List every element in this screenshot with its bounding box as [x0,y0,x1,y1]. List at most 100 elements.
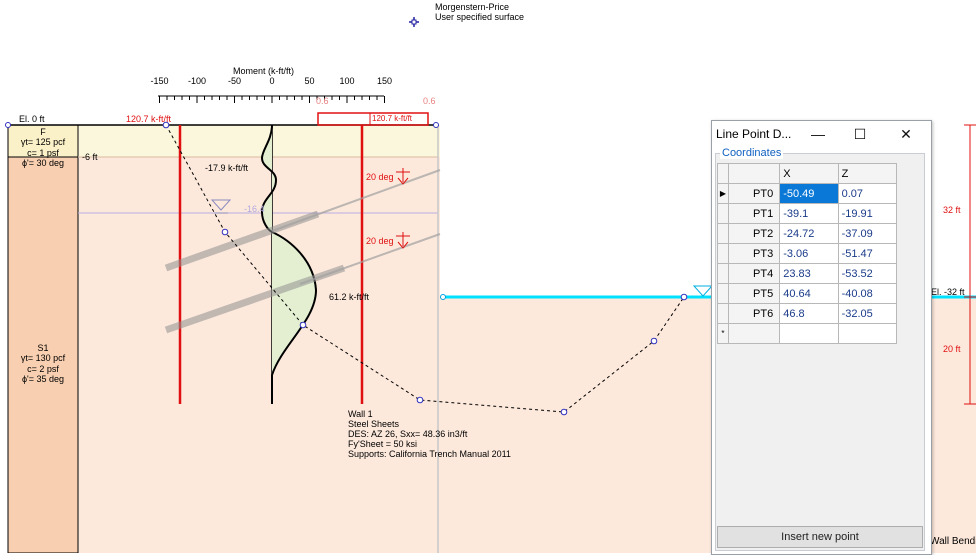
moment-value-a: -17.9 k-ft/ft [205,163,249,173]
moment-axis-tick-label: -100 [188,76,207,86]
anchor-1-angle: 20 deg [366,172,394,182]
water-symbol-right [692,285,714,297]
close-button[interactable]: ✕ [892,123,920,145]
new-row-x-cell[interactable] [779,323,839,344]
new-row[interactable]: * [717,323,898,344]
point-name: PT1 [727,203,781,224]
dimension-lower-label: 20 ft [943,344,961,354]
maximize-button[interactable]: ☐ [846,123,874,145]
slip-point-pt3[interactable] [416,396,424,404]
layer-s1-phi: ϕ'= 35 deg [21,374,65,385]
grid-row[interactable]: PT6 46.8 -32.05 [717,303,898,324]
scale-label-left: 0.6 [316,96,329,106]
row-selector[interactable] [717,283,729,304]
moment-axis-tick-label: -50 [227,76,241,86]
column-x-header[interactable]: X [779,163,839,184]
point-x-cell[interactable]: -24.72 [779,223,839,244]
wall-des: DES: AZ 26, Sxx= 48.36 in3/ft [348,429,468,439]
moment-axis-tick-label: 0 [269,76,275,86]
point-z-cell[interactable]: -40.08 [837,283,898,304]
point-x-cell[interactable]: -39.1 [779,203,839,224]
elevation-top: El. 0 ft [19,114,45,124]
row-selector[interactable] [717,203,729,224]
layer-f-gamma: γt= 125 pcf [20,137,66,148]
point-x-cell[interactable]: 40.64 [779,283,839,304]
layer-s1-name: S1 [37,343,49,353]
surface-endpoint-right[interactable] [433,122,439,128]
column-z-header[interactable]: Z [837,163,898,184]
elevation-right-water: El. -32 ft [931,287,965,297]
minimize-button[interactable]: — [804,123,832,145]
current-row-icon: ▶ [719,189,727,198]
analysis-surface: User specified surface [435,12,525,22]
point-z-cell[interactable]: -32.05 [837,303,898,324]
layer-s1-label: S1 γt= 130 pcf c= 2 psf ϕ'= 35 deg [8,343,78,384]
slip-point-pt1[interactable] [221,228,229,236]
grid-corner-name [727,163,781,184]
point-name: PT5 [727,283,781,304]
point-name: PT3 [727,243,781,264]
point-x-cell[interactable]: -3.06 [779,243,839,264]
moment-axis-tick-label: 150 [376,76,393,86]
slip-point-pt4[interactable] [560,408,568,416]
line-point-dialog[interactable]: Line Point D... — ☐ ✕ Coordinates X Z ▶ P… [711,120,932,555]
wall-supports: Supports: California Trench Manual 2011 [348,449,511,459]
row-selector[interactable] [717,223,729,244]
grid-header-row: X Z [717,163,898,184]
slip-point-pt5[interactable] [650,337,658,345]
point-x-cell[interactable]: -50.49 [779,183,839,204]
coordinates-group-title: Coordinates [720,147,784,159]
wall-info: Wall 1 Steel Sheets DES: AZ 26, Sxx= 48.… [348,409,511,459]
point-name: PT2 [727,223,781,244]
coordinates-grid[interactable]: X Z ▶ PT0 -50.49 0.07 PT1 -39.1 -19.91 PT2 -24.7… [717,163,898,344]
point-name: PT4 [727,263,781,284]
layer-s1-cohesion: c= 2 psf [27,363,59,374]
row-selector[interactable] [717,243,729,264]
crosshair-icon [409,17,419,27]
layer-f-label: F γt= 125 pcf c= 1 psf ϕ'= 30 deg [8,127,78,168]
slip-point-pt6[interactable] [680,293,688,301]
row-selector[interactable] [717,263,729,284]
point-z-cell[interactable]: -53.52 [837,263,898,284]
dimension-upper-label: 32 ft [943,205,961,215]
grid-row[interactable]: PT1 -39.1 -19.91 [717,203,898,224]
anchor-2-angle: 20 deg [366,236,394,246]
moment-axis-tick-label: 50 [304,76,315,86]
water-endpoint[interactable] [440,294,446,300]
moment-axis-tick-label: -150 [150,76,169,86]
moment-axis-tick-label: 100 [339,76,355,86]
point-x-cell[interactable]: 46.8 [779,303,839,324]
layer-f-cohesion: c= 1 psf [27,147,59,158]
grid-row[interactable]: PT2 -24.72 -37.09 [717,223,898,244]
new-row-z-cell[interactable] [837,323,898,344]
layer-s1-fill-far [930,297,976,553]
dialog-titlebar[interactable]: Line Point D... — ☐ ✕ [712,121,931,147]
grid-row[interactable]: ▶ PT0 -50.49 0.07 [717,183,898,204]
row-selector[interactable]: ▶ [717,183,729,204]
new-row-marker: * [717,323,729,344]
slip-point-pt2[interactable] [299,321,307,329]
row-selector[interactable] [717,303,729,324]
grid-row[interactable]: PT3 -3.06 -51.47 [717,243,898,264]
moment-label-right: 120.7 k-ft/ft [372,114,413,123]
point-z-cell[interactable]: -51.47 [837,243,898,264]
wall-name: Wall 1 [348,409,373,419]
dialog-title: Line Point D... [716,127,792,141]
insert-new-point-button[interactable]: Insert new point [717,526,923,548]
moment-label-left: 120.7 k-ft/ft [126,114,172,124]
scale-label-right: 0.6 [423,96,436,106]
point-name: PT0 [727,183,781,204]
elevation-layer-boundary: -6 ft [82,152,98,162]
moment-value-b: 61.2 k-ft/ft [329,292,370,302]
point-x-cell[interactable]: 23.83 [779,263,839,284]
layer-f-name: F [40,127,46,137]
point-z-cell[interactable]: -37.09 [837,223,898,244]
water-level-label: -16.4 [244,204,265,214]
moment-axis-ticks [159,96,385,103]
wall-fy: Fy'Sheet = 50 ksi [348,439,418,449]
grid-row[interactable]: PT4 23.83 -53.52 [717,263,898,284]
grid-row[interactable]: PT5 40.64 -40.08 [717,283,898,304]
moment-axis-label: Moment (k-ft/ft) [233,66,295,76]
point-z-cell[interactable]: 0.07 [837,183,898,204]
point-z-cell[interactable]: -19.91 [837,203,898,224]
